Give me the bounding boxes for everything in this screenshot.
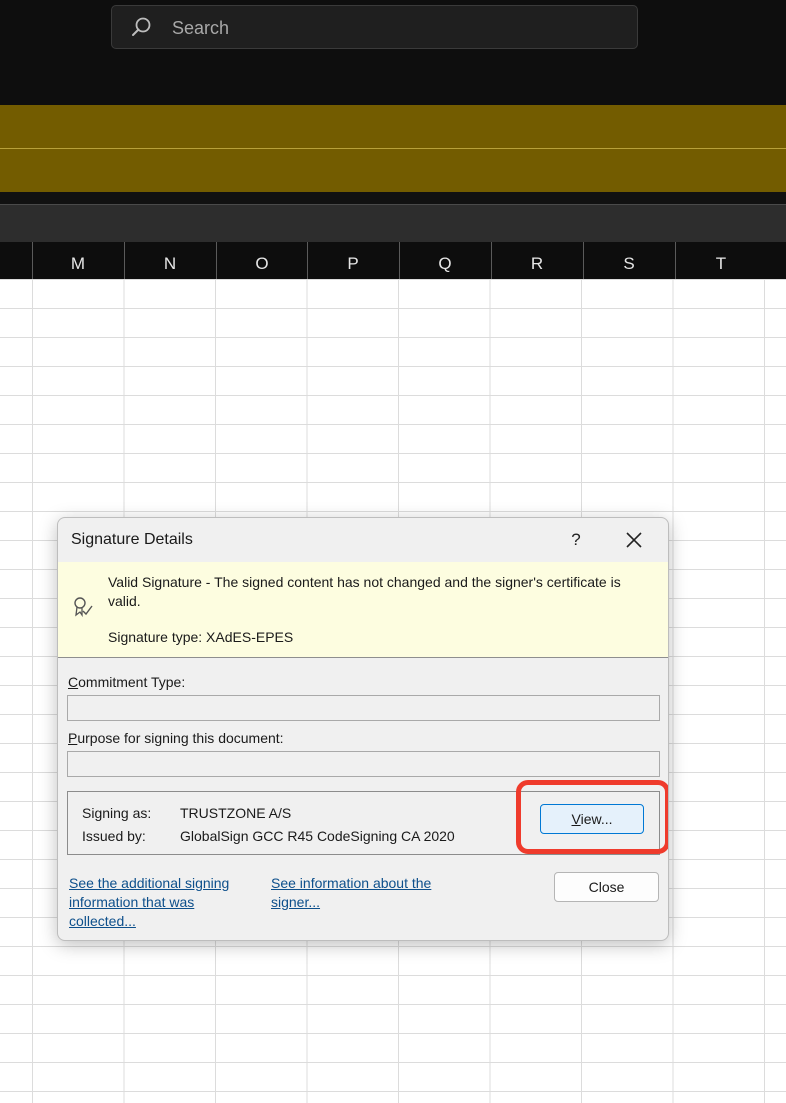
issued-by-value: GlobalSign GCC R45 CodeSigning CA 2020 (180, 828, 455, 844)
signer-info-link[interactable]: See information about the signer... (271, 874, 451, 912)
column-header-t[interactable]: T (675, 242, 766, 279)
search-box[interactable]: Search (111, 5, 638, 49)
column-header-s[interactable]: S (583, 242, 674, 279)
message-bar (0, 105, 786, 192)
signing-as-value: TRUSTZONE A/S (180, 805, 292, 821)
view-button-highlight (516, 780, 668, 854)
formula-bar[interactable] (0, 204, 786, 242)
close-icon[interactable] (620, 526, 648, 554)
commitment-type-accel: C (68, 674, 79, 690)
title-bar: Search (0, 0, 786, 105)
signing-as-label: Signing as: (82, 805, 152, 821)
column-header-r[interactable]: R (491, 242, 582, 279)
signature-status-panel: Valid Signature - The signed content has… (58, 562, 668, 658)
message-bar-divider (0, 148, 786, 149)
column-header-o[interactable]: O (216, 242, 307, 279)
signature-ribbon-icon (74, 597, 93, 618)
additional-info-link[interactable]: See the additional signing information t… (69, 874, 259, 931)
help-button[interactable]: ? (563, 526, 589, 554)
issued-by-label: Issued by: (82, 828, 146, 844)
close-button[interactable]: Close (554, 872, 659, 902)
dialog-title: Signature Details (71, 531, 193, 548)
purpose-label-text: urpose for signing this document: (77, 730, 284, 746)
signature-details-dialog: Signature Details ? Valid Signature - Th… (57, 517, 669, 941)
purpose-label: Purpose for signing this document: (68, 730, 284, 746)
column-header-m[interactable]: M (32, 242, 123, 279)
commitment-type-label: Commitment Type: (68, 674, 185, 690)
purpose-field (67, 751, 660, 777)
column-header-q[interactable]: Q (399, 242, 490, 279)
valid-signature-text: Valid Signature - The signed content has… (108, 574, 621, 609)
column-headers: M N O P Q R S T (0, 242, 786, 279)
column-header-p[interactable]: P (307, 242, 398, 279)
ribbon-gap (0, 192, 786, 204)
commitment-type-field (67, 695, 660, 721)
purpose-accel: P (68, 730, 78, 746)
commitment-type-label-text: ommitment Type: (78, 674, 186, 690)
signature-type-text: Signature type: XAdES-EPES (108, 629, 294, 645)
search-placeholder: Search (172, 18, 230, 38)
column-header-n[interactable]: N (124, 242, 215, 279)
search-icon (132, 17, 151, 36)
